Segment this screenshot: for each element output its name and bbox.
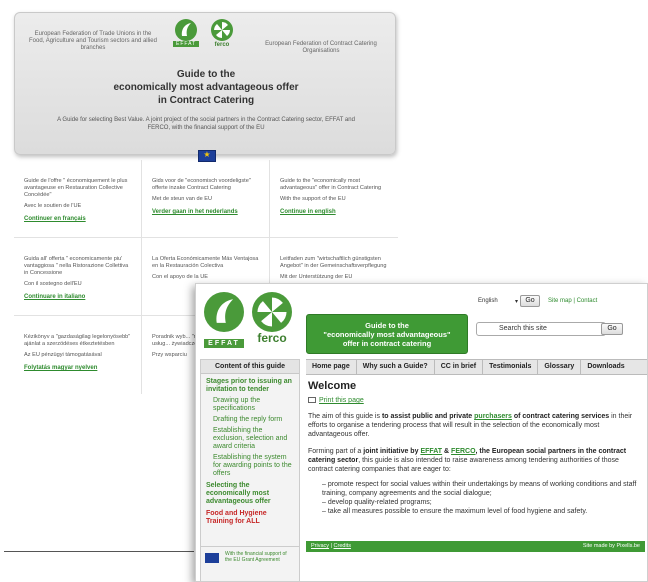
effat-leaf-icon [216,299,234,323]
sidebar-item-specifications[interactable]: Drawing up the specifications [201,394,299,413]
site-map-link[interactable]: Site map [548,298,572,304]
intro-paragraph: The aim of this guide is to assist publi… [308,413,633,438]
ferco-federation-text: European Federation of Contract Catering… [265,41,377,54]
purchasers-link[interactable]: purchasers [474,413,512,420]
printer-icon [308,397,316,404]
sidebar-heading: Content of this guide [201,360,299,374]
lang-cell-en: Guide to the "economically most advantag… [270,160,398,238]
effat-logo-text: EFFAT [173,41,200,47]
sidebar-item-reply-form[interactable]: Drafting the reply form [201,413,299,424]
main-content: Welcome Print this page The aim of this … [308,380,644,516]
language-go-button[interactable]: Go [520,295,540,307]
lang-cell-it: Guida all' offerta " economicamente piu'… [14,238,142,316]
main-nav: Home page Why such a Guide? CC in brief … [306,359,647,375]
nav-testimonials[interactable]: Testimonials [483,360,539,374]
ferco-logo-large[interactable]: ferco [252,292,292,344]
list-item: develop quality-related programs; [322,498,644,507]
nav-downloads[interactable]: Downloads [581,360,630,374]
lang-cell-hu: Kézikönyv a "gazdaságilag legelonyösebb"… [14,316,142,394]
lang-cell-nl: Gids voor de "economisch voordeligste" o… [142,160,270,238]
sidebar-item-criteria[interactable]: Establishing the exclusion, selection an… [201,424,299,451]
list-item: promote respect for social values within… [322,480,644,498]
print-page-link[interactable]: Print this page [308,397,644,404]
list-item: take all measures possible to ensure the… [322,507,644,516]
goals-list: promote respect for social values within… [308,480,644,516]
divider [4,551,194,552]
effat-federation-text: European Federation of Trade Unions in t… [29,31,157,51]
effat-link[interactable]: EFFAT [420,448,442,455]
sidebar-item-points-system[interactable]: Establishing the system for awarding poi… [201,451,299,478]
contact-link[interactable]: Contact [577,298,598,304]
sidebar-item-hygiene-training[interactable]: Food and Hygiene Training for ALL [201,506,299,526]
effat-logo-large[interactable]: EFFAT [204,292,244,350]
site-footer: Privacy | Credits Site made by Pixells.b… [306,541,645,552]
ferco-link[interactable]: FERCO [451,448,476,455]
nav-home[interactable]: Home page [306,360,357,374]
top-links: Site map | Contact [548,298,598,304]
language-select[interactable]: English ▾ [478,298,518,308]
sidebar: Content of this guide Stages prior to is… [200,359,300,581]
eu-flag-icon [205,553,219,563]
continue-italian-link[interactable]: Continuare in italiano [24,294,131,300]
privacy-link[interactable]: Privacy [311,543,329,549]
credits-link[interactable]: Credits [334,543,351,549]
initiative-paragraph: Forming part of a joint initiative by EF… [308,448,627,473]
ferco-pinwheel-icon [214,22,230,38]
sidebar-item-stages[interactable]: Stages prior to issuing an invitation to… [201,374,299,394]
page-title: Welcome [308,380,357,392]
eu-support-box: With the financial support of the EU Gra… [201,546,299,567]
site-banner: Guide to the "economically most advantag… [306,314,468,354]
sidebar-item-selecting-offer[interactable]: Selecting the economically most advantag… [201,478,299,506]
chevron-down-icon: ▾ [514,299,518,305]
guide-subtitle: A Guide for selecting Best Value. A join… [57,117,355,131]
search-input[interactable]: Search this site [476,322,606,336]
ferco-pinwheel-icon [257,297,287,327]
continue-hungarian-link[interactable]: Folytatás magyar nyelven [24,365,131,371]
continue-french-link[interactable]: Continuer en français [24,216,131,222]
site-header: EFFAT ferco Guide to the "economically m… [196,284,647,356]
nav-glossary[interactable]: Glossary [538,360,582,374]
lang-cell-fr: Guide de l'offre " économiquement le plu… [14,160,142,238]
nav-why-guide[interactable]: Why such a Guide? [357,360,435,374]
guide-title: Guide to the economically most advantage… [113,69,299,106]
continue-english-link[interactable]: Continue in english [280,209,388,215]
guide-header-card: European Federation of Trade Unions in t… [14,12,396,162]
ferco-logo: ferco [211,19,233,48]
website-screenshot: EFFAT ferco Guide to the "economically m… [195,283,648,582]
effat-logo: EFFAT [173,19,200,47]
ferco-logo-text: ferco [214,42,230,48]
continue-dutch-link[interactable]: Verder gaan in het nederlands [152,209,259,215]
search-go-button[interactable]: Go [601,323,623,335]
made-by-text: Site made by Pixells.be [582,543,640,549]
nav-cc-in-brief[interactable]: CC in brief [435,360,484,374]
effat-leaf-icon [181,23,192,36]
